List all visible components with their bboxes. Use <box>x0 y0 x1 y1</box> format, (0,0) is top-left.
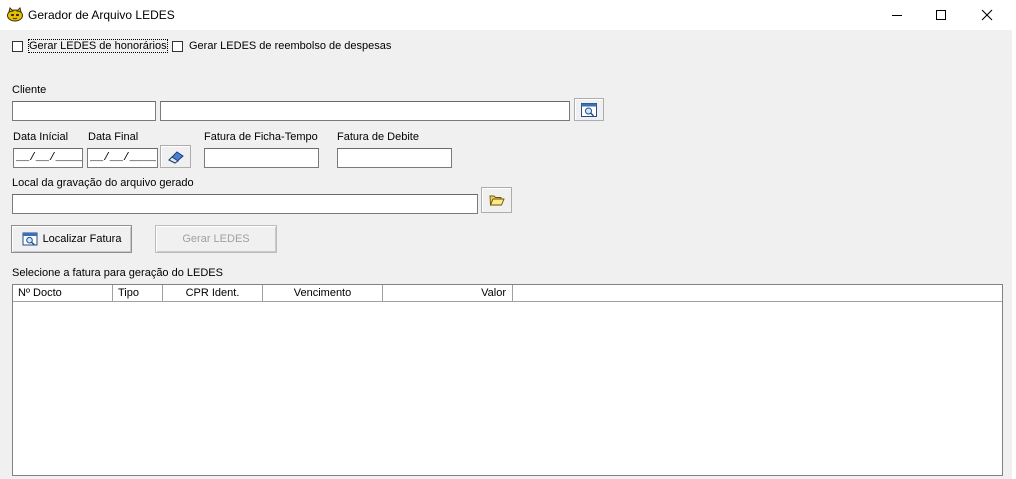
fatura-debite-input[interactable] <box>337 148 452 168</box>
data-inicial-value: __/__/____ <box>16 152 82 164</box>
honorarios-checkbox[interactable] <box>12 41 23 52</box>
cliente-search-button[interactable] <box>574 98 604 121</box>
grid-header: Nº Docto Tipo CPR Ident. Vencimento Valo… <box>13 285 1002 302</box>
grid-body[interactable] <box>13 302 1002 475</box>
minimize-button[interactable] <box>874 0 920 30</box>
cliente-code-input[interactable] <box>12 101 156 121</box>
data-inicial-input[interactable]: __/__/____ <box>13 148 83 168</box>
column-header-vencimento[interactable]: Vencimento <box>263 285 383 301</box>
cat-app-icon <box>6 7 24 22</box>
column-header-cpr[interactable]: CPR Ident. <box>163 285 263 301</box>
open-folder-icon <box>489 195 505 206</box>
column-header-numero[interactable]: Nº Docto <box>13 285 113 301</box>
fatura-ficha-label: Fatura de Ficha-Tempo <box>204 131 318 143</box>
maximize-icon <box>936 10 946 20</box>
local-path-input[interactable] <box>12 194 478 214</box>
fatura-debite-label: Fatura de Debite <box>337 131 419 143</box>
column-header-tipo[interactable]: Tipo <box>113 285 163 301</box>
grid-caption: Selecione a fatura para geração do LEDES <box>12 267 223 279</box>
window-title: Gerador de Arquivo LEDES <box>28 8 175 22</box>
minimize-icon <box>892 15 902 16</box>
maximize-button[interactable] <box>918 0 964 30</box>
data-inicial-label: Data Inícial <box>13 131 69 143</box>
localizar-fatura-button[interactable]: Localizar Fatura <box>11 225 132 253</box>
reembolso-label[interactable]: Gerar LEDES de reembolso de despesas <box>189 40 391 52</box>
fatura-ficha-input[interactable] <box>204 148 319 168</box>
close-icon <box>981 9 993 21</box>
title-bar: Gerador de Arquivo LEDES <box>0 0 1016 30</box>
window-right-edge <box>1012 30 1016 479</box>
browse-folder-button[interactable] <box>481 187 512 213</box>
local-label: Local da gravação do arquivo gerado <box>12 177 194 189</box>
column-header-valor[interactable]: Valor <box>383 285 513 301</box>
reembolso-checkbox[interactable] <box>172 41 183 52</box>
gerar-ledes-label: Gerar LEDES <box>182 233 250 245</box>
clear-dates-button[interactable] <box>160 145 191 168</box>
honorarios-label[interactable]: Gerar LEDES de honorários <box>28 39 168 53</box>
search-window-icon <box>22 232 38 246</box>
close-button[interactable] <box>964 0 1010 30</box>
cliente-name-input[interactable] <box>160 101 570 121</box>
data-final-input[interactable]: __/__/____ <box>87 148 158 168</box>
cliente-label: Cliente <box>12 84 47 96</box>
invoice-grid[interactable]: Nº Docto Tipo CPR Ident. Vencimento Valo… <box>12 284 1003 476</box>
localizar-fatura-label: Localizar Fatura <box>42 233 122 245</box>
search-window-icon <box>581 102 597 117</box>
eraser-icon <box>167 150 184 164</box>
data-final-value: __/__/____ <box>90 152 157 164</box>
gerar-ledes-button[interactable]: Gerar LEDES <box>155 225 277 253</box>
data-final-label: Data Final <box>88 131 139 143</box>
